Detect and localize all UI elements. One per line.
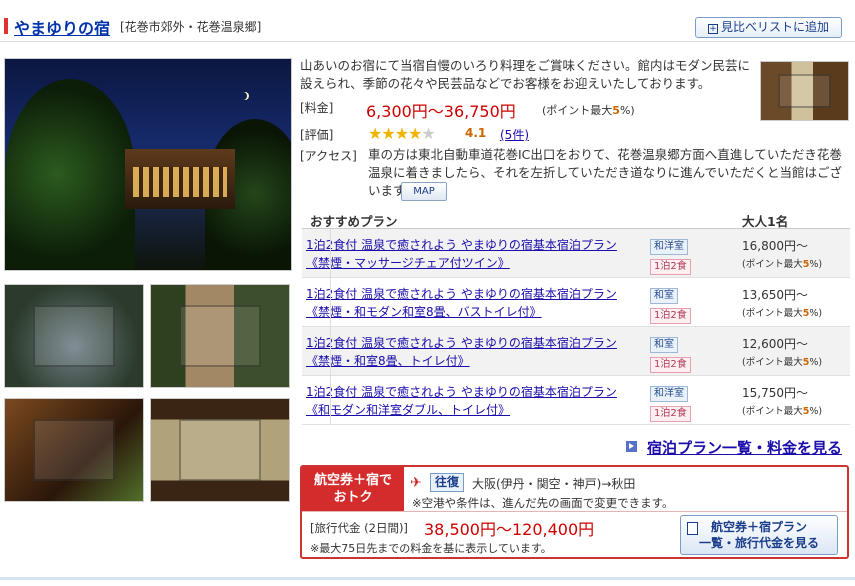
header-accent-bar	[4, 18, 8, 34]
round-trip-tag: 往復	[430, 473, 465, 492]
plans-header: おすすめプラン 大人1名	[302, 207, 850, 229]
travel-fee-label: [旅行代金 (2日間)]	[310, 521, 408, 535]
price-label: [料金]	[300, 101, 334, 115]
meal-tag: 1泊2食	[650, 406, 691, 422]
hotel-name-link[interactable]: やまゆりの宿	[14, 15, 110, 39]
compare-button-label: 見比べリストに追加	[720, 20, 829, 34]
air-hotel-badge: 航空券＋宿で おトク	[302, 467, 404, 511]
photo-guest-room[interactable]	[150, 398, 290, 502]
plan-points: (ポイント最大5%)	[742, 259, 823, 270]
plans-column-divider	[330, 229, 331, 425]
airplane-icon: ✈	[410, 475, 422, 491]
document-icon	[687, 522, 698, 535]
fee-note: ※最大75日先までの料金を基に表示しています。	[310, 542, 552, 555]
plan-row: 1泊2食付 温泉で癒されよう やまゆりの宿基本宿泊プラン《禁煙・マッサージチェア…	[302, 229, 850, 278]
all-plans-link[interactable]: 宿泊プラン一覧・料金を見る	[626, 437, 842, 458]
travel-fee: 38,500円〜120,400円	[424, 520, 595, 539]
plan-price: 15,750円〜	[742, 386, 808, 400]
plan-points: (ポイント最大5%)	[742, 308, 823, 319]
plan-price: 13,650円〜	[742, 288, 808, 302]
plan-points: (ポイント最大5%)	[742, 357, 823, 368]
air-hotel-box: 航空券＋宿で おトク ✈ 往復 大阪(伊丹・関空・神戸)→秋田 ※空港や条件は、進…	[300, 465, 849, 559]
recommended-plans-table: おすすめプラン 大人1名 1泊2食付 温泉で癒されよう やまゆりの宿基本宿泊プラ…	[302, 207, 850, 425]
meal-tag: 1泊2食	[650, 308, 691, 324]
hotel-location: [花巻市郊外・花巻温泉郷]	[120, 20, 262, 34]
rating-stars: ★★★★★	[368, 124, 436, 143]
access-label: [アクセス]	[300, 149, 357, 163]
plan-name-link[interactable]: 1泊2食付 温泉で癒されよう やまゆりの宿基本宿泊プラン《禁煙・マッサージチェア…	[306, 236, 626, 272]
hotel-description: 山あいのお宿にて当宿自慢のいろり料理をご賞味ください。館内はモダン民芸に設えられ…	[300, 58, 751, 91]
plan-name-link[interactable]: 1泊2食付 温泉で癒されよう やまゆりの宿基本宿泊プラン《禁煙・和モダン和室8畳…	[306, 285, 626, 321]
room-type-tag: 和室	[650, 337, 678, 353]
photo-outdoor-bath[interactable]	[4, 284, 144, 388]
map-button[interactable]: MAP	[401, 182, 447, 201]
plan-row: 1泊2食付 温泉で癒されよう やまゆりの宿基本宿泊プラン《和モダン和洋室ダブル、…	[302, 376, 850, 425]
review-count-link[interactable]: (5件)	[500, 126, 529, 143]
hotel-header: やまゆりの宿 [花巻市郊外・花巻温泉郷] + 見比べリストに追加	[0, 8, 855, 42]
photo-open-air-bath[interactable]	[150, 284, 290, 388]
plan-price: 12,600円〜	[742, 337, 808, 351]
plan-name-link[interactable]: 1泊2食付 温泉で癒されよう やまゆりの宿基本宿泊プラン《禁煙・和室8畳、トイレ…	[306, 334, 626, 370]
add-to-compare-button[interactable]: + 見比べリストに追加	[695, 17, 842, 38]
section-bottom-divider	[0, 577, 855, 580]
air-hotel-plans-button[interactable]: 航空券＋宿プラン 一覧・旅行代金を見る	[680, 515, 838, 555]
rating-score: 4.1	[465, 126, 487, 140]
plans-header-price: 大人1名	[742, 214, 789, 229]
room-type-tag: 和洋室	[650, 239, 688, 255]
plan-name-link[interactable]: 1泊2食付 温泉で癒されよう やまゆりの宿基本宿泊プラン《和モダン和洋室ダブル、…	[306, 383, 626, 419]
plus-box-icon: +	[707, 24, 718, 34]
arrow-right-icon	[626, 441, 637, 452]
room-type-tag: 和洋室	[650, 386, 688, 402]
plan-row: 1泊2食付 温泉で癒されよう やまゆりの宿基本宿泊プラン《禁煙・和室8畳、トイレ…	[302, 327, 850, 376]
plan-price: 16,800円〜	[742, 239, 808, 253]
airport-note: ※空港や条件は、進んだ先の画面で変更できます。	[412, 496, 674, 510]
plan-row: 1泊2食付 温泉で癒されよう やまゆりの宿基本宿泊プラン《禁煙・和モダン和室8畳…	[302, 278, 850, 327]
main-hotel-photo[interactable]	[4, 58, 292, 271]
hotel-price-range: 6,300円〜36,750円	[366, 102, 516, 121]
plan-points: (ポイント最大5%)	[742, 406, 823, 417]
air-box-divider	[302, 511, 847, 512]
meal-tag: 1泊2食	[650, 259, 691, 275]
hotel-points-note: (ポイント最大5%)	[542, 104, 635, 117]
photo-irori-dining[interactable]	[4, 398, 144, 502]
photo-lounge-thumbnail[interactable]	[760, 61, 849, 121]
rating-label: [評価]	[300, 128, 334, 142]
plans-header-plan: おすすめプラン	[310, 214, 398, 229]
flight-route: 大阪(伊丹・関空・神戸)→秋田	[472, 477, 636, 491]
room-type-tag: 和室	[650, 288, 678, 304]
meal-tag: 1泊2食	[650, 357, 691, 373]
